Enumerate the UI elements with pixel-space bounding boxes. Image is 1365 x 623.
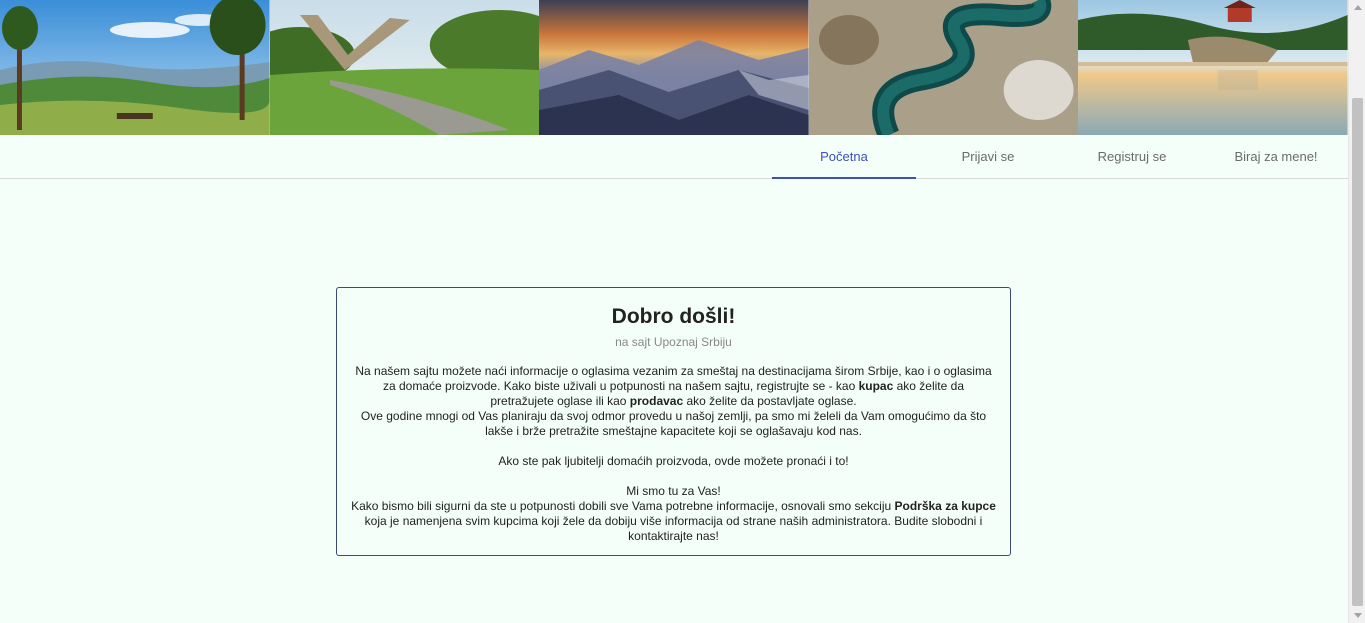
welcome-paragraph: Ako ste pak ljubitelji domaćih proizvoda… [498,454,849,468]
tab-label: Registruj se [1097,149,1167,164]
welcome-title: Dobro došli! [611,305,736,328]
tab-pocetna[interactable]: Početna [772,135,916,179]
misty-mountains-image [539,0,809,135]
podrska-za-kupce-text: Podrška za kupce [894,499,996,513]
mountain-meadow-image [0,0,270,135]
welcome-paragraph: Ove godine mnogi od Vas planiraju da svo… [360,409,987,438]
welcome-card: Dobro došli! na sajt Upoznaj Srbiju Na n… [336,287,1011,556]
welcome-subtitle: na sajt Upoznaj Srbiju [615,335,732,349]
scrollbar-thumb[interactable] [1352,98,1363,606]
tab-registruj-se[interactable]: Registruj se [1060,135,1204,178]
welcome-paragraph: Na našem sajtu možete naći informacije o… [355,364,992,408]
river-meander-image [808,0,1079,135]
photo-banner [0,0,1348,135]
scroll-down-icon[interactable] [1354,613,1362,618]
river-house-image [1078,0,1348,135]
tab-label: Prijavi se [961,149,1015,164]
kupac-text: kupac [858,379,894,393]
welcome-paragraph: Kako bismo bili sigurni da ste u potpuno… [351,499,996,543]
tab-biraj-za-mene[interactable]: Biraj za mene! [1204,135,1348,178]
welcome-paragraph: Mi smo tu za Vas! [626,484,721,498]
prodavac-text: prodavac [629,394,684,408]
monument-image [269,0,540,135]
tab-prijavi-se[interactable]: Prijavi se [916,135,1060,178]
main-nav: Početna Prijavi se Registruj se Biraj za… [0,135,1348,179]
tab-label: Početna [820,149,868,164]
scroll-up-icon[interactable] [1354,5,1362,10]
welcome-body: Na našem sajtu možete naći informacije o… [351,364,996,544]
tab-label: Biraj za mene! [1234,149,1318,164]
vertical-scrollbar[interactable] [1348,0,1365,623]
